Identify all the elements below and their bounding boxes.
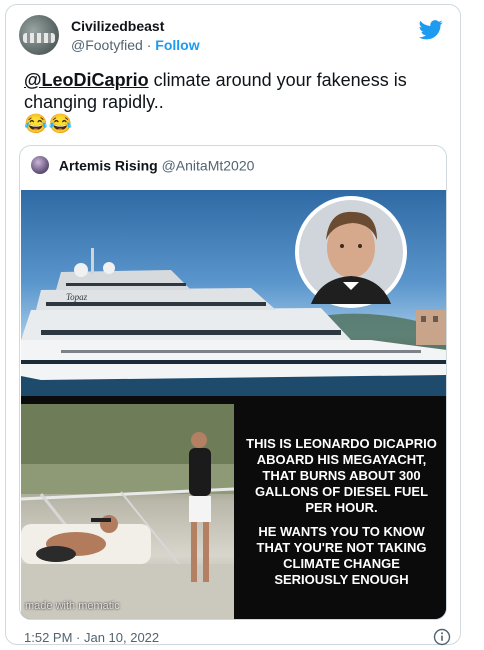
author-avatar[interactable] — [19, 15, 59, 55]
meme-caption-box: THIS IS LEONARDO DICAPRIO ABOARD HIS MEG… — [236, 404, 446, 619]
follow-button[interactable]: Follow — [155, 37, 199, 53]
quoted-avatar — [31, 156, 49, 175]
tweet-embed-card: Civilizedbeast @Footyfied · Follow @LeoD… — [5, 4, 461, 646]
author-handle-row: @Footyfied · Follow — [71, 37, 200, 53]
tweet-text: @LeoDiCaprio climate around your fakenes… — [24, 69, 444, 136]
yacht-illustration: Topaz — [21, 196, 446, 396]
laughing-emoji: 😂😂 — [24, 114, 74, 135]
quoted-media[interactable]: Topaz made with mematic THIS IS LEONARDO… — [21, 190, 446, 619]
mention-link[interactable]: @LeoDiCaprio — [24, 70, 149, 90]
author-handle[interactable]: @Footyfied — [71, 37, 143, 53]
deck-photo: made with mematic — [21, 404, 234, 619]
yacht-photo: Topaz — [21, 190, 446, 396]
quoted-author-handle: @AnitaMt2020 — [161, 157, 255, 174]
deck-illustration — [21, 404, 234, 619]
quoted-author-name: Artemis Rising — [58, 157, 158, 174]
meme-caption-1: THIS IS LEONARDO DICAPRIO ABOARD HIS MEG… — [246, 436, 437, 515]
tweet-header: Civilizedbeast @Footyfied · Follow — [19, 15, 449, 59]
tweet-timestamp[interactable]: 1:52 PM · Jan 10, 2022 — [24, 630, 159, 645]
quoted-tweet[interactable]: Artemis Rising @AnitaMt2020 Topaz made w… — [19, 145, 447, 620]
yacht-name-text: Topaz — [66, 292, 88, 302]
info-icon[interactable] — [433, 628, 451, 646]
meme-caption-2: HE WANTS YOU TO KNOW THAT YOU'RE NOT TAK… — [256, 524, 427, 587]
watermark-text: made with mematic — [25, 600, 120, 612]
separator-dot: · — [146, 37, 152, 53]
author-name[interactable]: Civilizedbeast — [71, 18, 164, 34]
twitter-bird-icon[interactable] — [419, 19, 443, 41]
quoted-header: Artemis Rising @AnitaMt2020 — [31, 156, 254, 178]
